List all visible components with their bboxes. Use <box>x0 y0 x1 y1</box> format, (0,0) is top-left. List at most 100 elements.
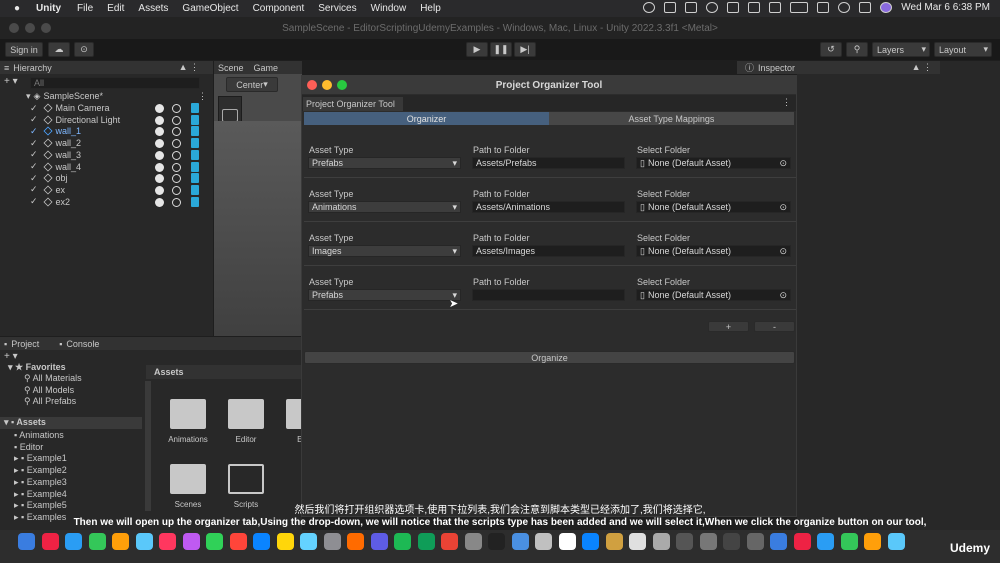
remove-row-button[interactable]: - <box>754 321 795 332</box>
film-icon[interactable] <box>685 2 698 13</box>
dock-app-icon[interactable] <box>746 533 764 550</box>
menu-gameobject[interactable]: GameObject <box>182 3 238 14</box>
fav-materials[interactable]: ⚲ All Materials <box>24 373 82 384</box>
hierarchy-search[interactable]: All <box>30 77 200 89</box>
dock-app-icon[interactable] <box>65 533 82 550</box>
dock-app-icon[interactable] <box>182 533 200 550</box>
dock-app-icon[interactable] <box>300 533 317 550</box>
search-button[interactable]: ⚲ <box>846 42 868 57</box>
magnifier-icon[interactable] <box>172 139 181 149</box>
object-field[interactable]: ▯ None (Default Asset) ⊙ <box>636 289 791 301</box>
magnifier-icon[interactable] <box>172 174 181 184</box>
magnifier-icon[interactable] <box>172 185 181 195</box>
dock-app-icon[interactable] <box>629 533 646 550</box>
play-circle-icon[interactable] <box>706 2 719 13</box>
layout-dropdown[interactable]: Layout ▾ <box>934 42 992 57</box>
dock-app-icon[interactable] <box>253 533 270 550</box>
info-icon[interactable] <box>155 127 164 137</box>
dock-app-icon[interactable] <box>135 533 153 550</box>
tool-close-icon[interactable] <box>307 80 317 90</box>
layers-dropdown[interactable]: Layers ▾ <box>872 42 930 57</box>
dock-app-icon[interactable] <box>864 533 881 550</box>
dock-app-icon[interactable] <box>511 533 529 550</box>
asset-type-dropdown[interactable]: Prefabs ▾ <box>308 289 461 301</box>
breadcrumb[interactable]: Assets <box>146 365 302 379</box>
path-field[interactable] <box>472 289 625 301</box>
dock-app-icon[interactable] <box>229 533 247 550</box>
menu-services[interactable]: Services <box>318 3 356 14</box>
dock-app-icon[interactable] <box>417 533 435 550</box>
info-icon[interactable] <box>155 139 164 149</box>
dock-app-icon[interactable] <box>723 533 740 550</box>
dock-app-icon[interactable] <box>206 533 223 550</box>
fav-models[interactable]: ⚲ All Models <box>24 385 74 396</box>
dock-app-icon[interactable] <box>699 533 717 550</box>
dock-app-icon[interactable] <box>112 533 129 550</box>
dock-app-icon[interactable] <box>159 533 176 550</box>
dock-app-icon[interactable] <box>464 533 482 550</box>
tree-item[interactable]: ▪ Animations <box>14 430 64 440</box>
checkbox-icon[interactable]: ✓ <box>30 149 38 160</box>
siri-icon[interactable] <box>880 2 893 13</box>
dock-app-icon[interactable] <box>276 533 294 550</box>
checkbox-icon[interactable]: ✓ <box>30 173 38 184</box>
path-field[interactable]: Assets/Animations <box>472 201 625 213</box>
checkbox-icon[interactable]: ✓ <box>30 138 38 149</box>
info-icon[interactable] <box>155 185 164 195</box>
info-icon[interactable] <box>155 150 164 160</box>
control-center-icon[interactable] <box>859 2 872 13</box>
organize-button[interactable]: Organize <box>304 351 795 364</box>
tool-menu-icon[interactable]: ⋮ <box>782 97 791 108</box>
record-icon[interactable] <box>643 2 656 13</box>
hierarchy-row[interactable]: ✓ Main Camera <box>0 102 213 114</box>
checkbox-icon[interactable]: ✓ <box>30 126 38 137</box>
dock-app-icon[interactable] <box>347 533 364 550</box>
dock-app-icon[interactable] <box>394 533 411 550</box>
hierarchy-row[interactable]: ✓ wall_4 <box>0 161 213 173</box>
favorites-header[interactable]: ▾ ★ Favorites <box>8 362 66 373</box>
checkbox-icon[interactable]: ✓ <box>30 114 38 125</box>
project-add-icon[interactable]: + ▾ <box>4 351 18 362</box>
checkbox-icon[interactable]: ✓ <box>30 184 38 195</box>
dock-app-icon[interactable] <box>817 533 834 550</box>
dock-app-icon[interactable] <box>793 533 811 550</box>
fav-prefabs[interactable]: ⚲ All Prefabs <box>24 396 76 407</box>
magnifier-icon[interactable] <box>172 104 181 113</box>
hierarchy-row[interactable]: ✓ wall_2 <box>0 137 213 149</box>
dock-app-icon[interactable] <box>41 533 59 550</box>
app-menu[interactable]: Unity <box>36 3 61 14</box>
dock-app-icon[interactable] <box>676 533 693 550</box>
target-icon[interactable]: ⊙ <box>779 158 787 169</box>
hierarchy-row[interactable]: ✓ wall_3 <box>0 149 213 161</box>
minimize-icon[interactable] <box>25 23 35 33</box>
battery-icon[interactable] <box>790 2 809 13</box>
dock-app-icon[interactable] <box>18 533 35 550</box>
menu-window[interactable]: Window <box>371 3 407 14</box>
add-row-button[interactable]: + <box>708 321 749 332</box>
object-field[interactable]: ▯ None (Default Asset) ⊙ <box>636 201 791 213</box>
dock-app-icon[interactable] <box>582 533 599 550</box>
collab-button[interactable]: ⊙ <box>74 42 94 57</box>
dock-app-icon[interactable] <box>652 533 670 550</box>
tree-item[interactable]: ▸ ▪ Example4 <box>14 489 67 500</box>
magnifier-icon[interactable] <box>172 162 181 172</box>
hierarchy-row[interactable]: ✓ Directional Light <box>0 114 213 126</box>
object-field[interactable]: ▯ None (Default Asset) ⊙ <box>636 245 791 257</box>
tree-item[interactable]: ▪ Editor <box>14 442 43 452</box>
dock-app-icon[interactable] <box>488 533 505 550</box>
info-icon[interactable] <box>155 197 164 207</box>
play-button[interactable]: ▶ <box>466 42 488 57</box>
menu-component[interactable]: Component <box>253 3 305 14</box>
tree-item[interactable]: ▸ ▪ Example1 <box>14 453 67 464</box>
zoom-icon[interactable] <box>41 23 51 33</box>
asset-folder[interactable]: Editor <box>226 399 266 447</box>
target-icon[interactable]: ⊙ <box>779 246 787 257</box>
asset-type-dropdown[interactable]: Prefabs ▾ <box>308 157 461 169</box>
tab-scene[interactable]: Scene <box>218 63 244 73</box>
tool-minimize-icon[interactable] <box>322 80 332 90</box>
dock-app-icon[interactable] <box>887 533 905 550</box>
inspector-tab[interactable]: ⓘ Inspector ▲ ⋮ <box>737 61 940 74</box>
hierarchy-row[interactable]: ✓ obj <box>0 172 213 184</box>
info-icon[interactable] <box>155 115 164 125</box>
menu-file[interactable]: File <box>77 3 93 14</box>
